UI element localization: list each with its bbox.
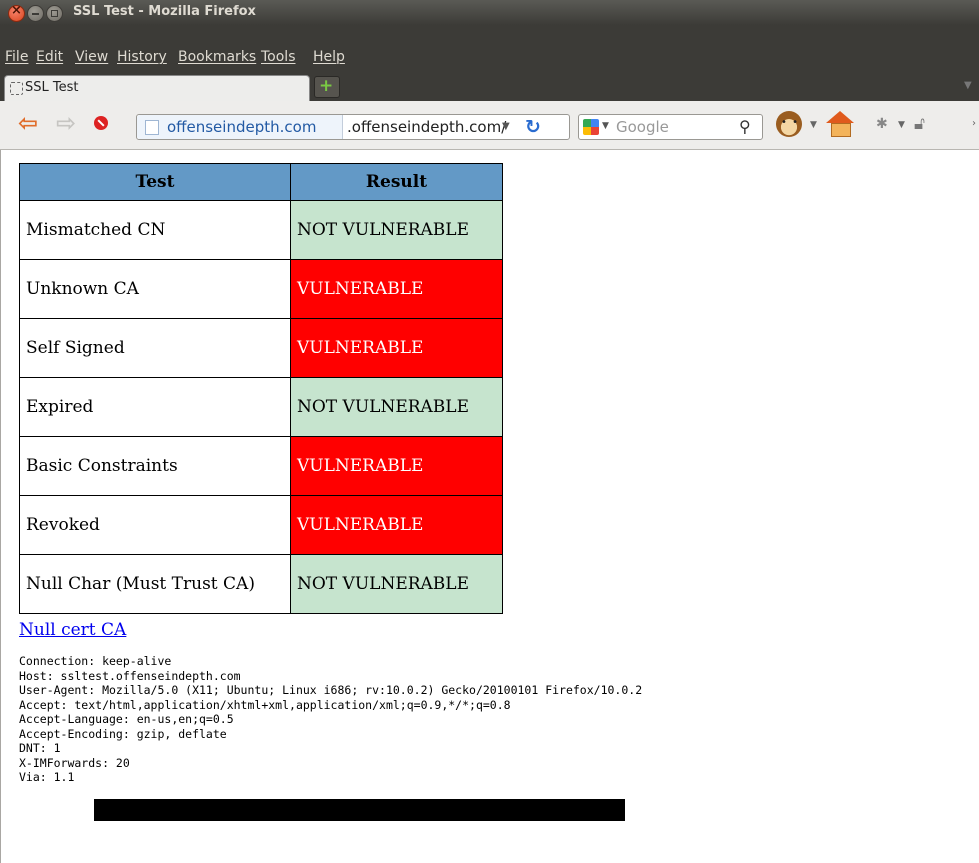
table-row: Self Signed VULNERABLE	[19, 318, 503, 378]
greasemonkey-icon[interactable]	[776, 111, 802, 137]
toolbar-overflow-icon[interactable]: ›	[972, 118, 976, 129]
result-vulnerable-cell: VULNERABLE	[290, 259, 503, 319]
chevron-down-icon[interactable]: ▼	[964, 80, 972, 91]
result-not-vulnerable-cell: NOT VULNERABLE	[290, 200, 503, 260]
null-cert-ca-link[interactable]: Null cert CA	[19, 620, 126, 640]
search-icon[interactable]: ⚲	[739, 117, 751, 136]
column-header-test: Test	[19, 163, 291, 201]
menu-bookmarks[interactable]: Bookmarks	[178, 49, 256, 65]
test-name-cell: Basic Constraints	[19, 436, 291, 496]
back-arrow-icon[interactable]: ⇦	[18, 111, 38, 135]
tab-strip: SSL Test + ▼	[0, 71, 979, 102]
header-line: X-IMForwards: 20	[19, 755, 130, 770]
test-name-cell: Unknown CA	[19, 259, 291, 319]
result-vulnerable-cell: VULNERABLE	[290, 318, 503, 378]
menu-help[interactable]: Help	[313, 49, 345, 65]
menu-tools[interactable]: Tools	[261, 49, 296, 65]
table-header-row: Test Result	[19, 163, 503, 201]
header-line: Via: 1.1	[19, 770, 75, 784]
result-not-vulnerable-cell: NOT VULNERABLE	[290, 554, 503, 614]
tab-ssl-test[interactable]: SSL Test	[4, 75, 310, 102]
window-titlebar: SSL Test - Mozilla Firefox	[0, 0, 979, 25]
url-bar[interactable]: offenseindepth.com .offenseindepth.com/ …	[136, 114, 570, 140]
header-line: Host: ssltest.offenseindepth.com	[19, 668, 241, 683]
navigation-toolbar: ⇦ ⇨ offenseindepth.com .offenseindepth.c…	[0, 101, 979, 150]
plus-icon: +	[319, 76, 334, 96]
menu-view[interactable]: View	[75, 49, 108, 65]
table-row: Unknown CA VULNERABLE	[19, 259, 503, 319]
site-identity-button[interactable]: offenseindepth.com	[137, 115, 343, 139]
result-vulnerable-cell: VULNERABLE	[290, 495, 503, 555]
header-line: Connection: keep-alive	[19, 654, 172, 668]
test-name-cell: Null Char (Must Trust CA)	[19, 554, 291, 614]
engine-dropdown-icon[interactable]: ▼	[602, 121, 609, 131]
url-history-dropdown-icon[interactable]: ▼	[502, 121, 510, 132]
search-bar[interactable]: ▼ Google ⚲	[578, 114, 763, 140]
test-name-cell: Revoked	[19, 495, 291, 555]
header-line: DNT: 1	[19, 741, 61, 755]
forward-arrow-icon[interactable]: ⇨	[56, 111, 76, 135]
test-name-cell: Mismatched CN	[19, 200, 291, 260]
bug-dropdown-icon[interactable]: ▼	[898, 120, 905, 130]
table-row: Null Char (Must Trust CA) NOT VULNERABLE	[19, 554, 503, 614]
redaction-bar	[94, 799, 625, 821]
header-line: Accept-Encoding: gzip, deflate	[19, 726, 227, 741]
minimize-window-icon[interactable]	[27, 5, 44, 22]
reload-icon[interactable]: ↻	[525, 116, 541, 138]
site-identity-label: offenseindepth.com	[167, 118, 317, 136]
close-window-icon[interactable]	[8, 3, 25, 22]
window-title: SSL Test - Mozilla Firefox	[73, 4, 256, 19]
test-name-cell: Self Signed	[19, 318, 291, 378]
content-border	[0, 150, 1, 863]
google-search-engine-icon[interactable]	[583, 119, 599, 135]
menu-edit[interactable]: Edit	[36, 49, 63, 65]
header-line: User-Agent: Mozilla/5.0 (X11; Ubuntu; Li…	[19, 683, 643, 697]
result-vulnerable-cell: VULNERABLE	[290, 436, 503, 496]
search-input[interactable]: Google	[616, 118, 669, 136]
request-headers: Connection: keep-alive Host: ssltest.off…	[19, 654, 642, 785]
lock-icon[interactable]: 🔓︎	[914, 114, 925, 134]
url-input[interactable]: .offenseindepth.com/	[347, 118, 506, 136]
test-name-cell: Expired	[19, 377, 291, 437]
blank-page-icon	[10, 82, 23, 95]
page-favicon-icon	[145, 120, 159, 135]
menubar: File Edit View History Bookmarks Tools H…	[0, 25, 979, 71]
home-icon[interactable]	[826, 111, 854, 137]
bug-icon[interactable]: ✱	[876, 116, 888, 132]
new-tab-button[interactable]: +	[314, 76, 340, 98]
ssl-results-table: Test Result Mismatched CN NOT VULNERABLE U…	[19, 163, 503, 614]
header-line: Accept: text/html,application/xhtml+xml,…	[19, 697, 511, 712]
table-row: Revoked VULNERABLE	[19, 495, 503, 555]
stop-icon[interactable]	[94, 116, 108, 130]
column-header-result: Result	[290, 163, 503, 201]
tab-label: SSL Test	[25, 80, 79, 95]
menu-history[interactable]: History	[117, 49, 167, 65]
menu-file[interactable]: File	[5, 49, 28, 65]
table-row: Expired NOT VULNERABLE	[19, 377, 503, 437]
table-row: Mismatched CN NOT VULNERABLE	[19, 200, 503, 260]
table-row: Basic Constraints VULNERABLE	[19, 436, 503, 496]
maximize-window-icon[interactable]	[46, 5, 63, 22]
page-content: Test Result Mismatched CN NOT VULNERABLE U…	[0, 150, 979, 863]
result-not-vulnerable-cell: NOT VULNERABLE	[290, 377, 503, 437]
header-line: Accept-Language: en-us,en;q=0.5	[19, 712, 234, 726]
greasemonkey-dropdown-icon[interactable]: ▼	[810, 120, 817, 130]
